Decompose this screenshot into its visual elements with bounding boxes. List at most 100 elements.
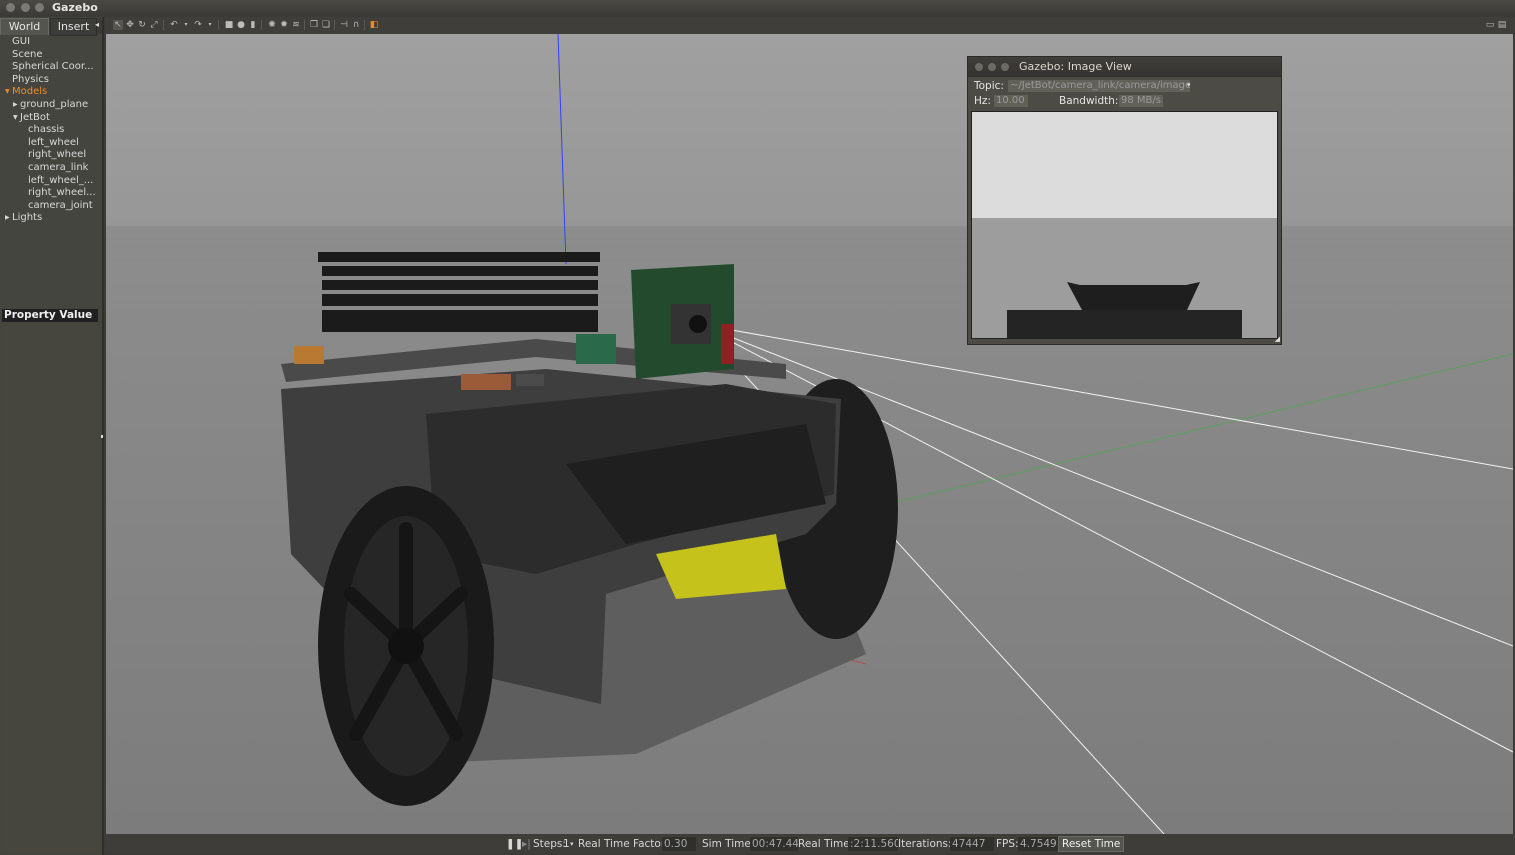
box-shape-icon[interactable]: ■ <box>224 20 234 30</box>
tree-item-label: camera_link <box>28 161 89 173</box>
rtf-label: Real Time Factor: <box>578 838 669 850</box>
sky <box>106 34 1513 226</box>
tree-item[interactable]: GUI <box>0 36 102 49</box>
world-tree: GUI Scene Spherical Coor... Physics ▼ Models ▶… <box>0 36 102 225</box>
pause-button[interactable]: ❚❚ <box>506 837 524 851</box>
paste-icon[interactable]: ❏ <box>321 20 331 30</box>
redo-icon[interactable]: ↷ <box>193 20 203 30</box>
tree-item-label: left_wheel <box>28 136 79 148</box>
property-panel <box>2 322 98 852</box>
topic-label: Topic: <box>974 80 1004 92</box>
tree-item[interactable]: ▶ Lights <box>0 212 102 225</box>
copy-icon[interactable]: ❐ <box>309 20 319 30</box>
tree-item[interactable]: camera_joint <box>0 200 102 213</box>
left-panel: World Insert ◂ GUI Scene Spherical Coor...… <box>0 17 104 855</box>
reset-time-button[interactable]: Reset Time <box>1058 836 1125 852</box>
scene-viewport[interactable] <box>106 34 1513 834</box>
tree-item-label: JetBot <box>20 111 50 123</box>
panel-resize-handle[interactable] <box>101 435 103 438</box>
expand-down-icon[interactable]: ▼ <box>13 112 18 125</box>
image-view-maximize-icon[interactable] <box>1001 63 1009 71</box>
change-view-icon[interactable]: ◧ <box>369 20 379 30</box>
sphere-shape-icon[interactable]: ● <box>236 20 246 30</box>
undo-menu-icon[interactable]: ▾ <box>181 20 191 30</box>
tab-insert[interactable]: Insert <box>50 18 97 36</box>
scene-render <box>106 34 1513 834</box>
status-bar: ❚❚ ▸| Steps: 1 ▾ Real Time Factor: 0.30 … <box>105 835 1515 853</box>
camera-image <box>971 111 1278 339</box>
hz-label: Hz: <box>974 95 991 107</box>
tree-item[interactable]: Physics <box>0 74 102 87</box>
tree-item-label: Models <box>12 86 48 98</box>
tree-item[interactable]: ▼ JetBot <box>0 112 102 125</box>
translate-mode-icon[interactable]: ✥ <box>125 20 135 30</box>
undo-icon[interactable]: ↶ <box>169 20 179 30</box>
real-time-value: :2:11.560 <box>848 837 898 851</box>
image-view-dialog: Gazebo: Image View Topic: ~/JetBot/camer… <box>967 56 1282 345</box>
directional-light-icon[interactable]: ≋ <box>291 20 301 30</box>
expand-right-icon[interactable]: ▶ <box>13 99 18 112</box>
fps-value: 4.7549 <box>1018 837 1058 851</box>
fps-label: FPS: <box>996 838 1019 850</box>
snap-icon[interactable]: ∩ <box>351 20 361 30</box>
expand-down-icon[interactable]: ▼ <box>5 86 10 99</box>
tree-item[interactable]: chassis <box>0 124 102 137</box>
close-window-icon[interactable] <box>6 3 15 12</box>
point-light-icon[interactable]: ✺ <box>267 20 277 30</box>
hz-value: 10.00 <box>994 95 1028 107</box>
spot-light-icon[interactable]: ✹ <box>279 20 289 30</box>
tree-item-label: right_wheel... <box>28 187 96 199</box>
image-view-minimize-icon[interactable] <box>988 63 996 71</box>
redo-menu-icon[interactable]: ▾ <box>205 20 215 30</box>
tree-item-label: ground_plane <box>20 98 89 110</box>
tree-item[interactable]: Scene <box>0 49 102 62</box>
step-icon[interactable]: ▸| <box>522 837 531 851</box>
expand-right-icon[interactable]: ▶ <box>5 212 10 225</box>
image-view-close-icon[interactable] <box>975 63 983 71</box>
window-titlebar: Gazebo <box>0 0 1515 16</box>
iterations-value: 47447 <box>950 837 994 851</box>
select-mode-icon[interactable]: ↖ <box>113 20 123 30</box>
image-view-titlebar[interactable]: Gazebo: Image View <box>968 57 1281 77</box>
tree-item-label: GUI <box>12 36 31 47</box>
topic-value: ~/JetBot/camera_link/camera/image <box>1010 80 1190 91</box>
tree-item[interactable]: ▶ ground_plane <box>0 99 102 112</box>
cylinder-shape-icon[interactable]: ▮ <box>248 20 258 30</box>
screenshot-icon[interactable]: ▭ <box>1485 20 1495 30</box>
rotate-mode-icon[interactable]: ↻ <box>137 20 147 30</box>
tree-item-label: right_wheel <box>28 149 87 161</box>
minimize-window-icon[interactable] <box>21 3 30 12</box>
scale-mode-icon[interactable]: ⤢ <box>149 20 159 30</box>
tree-item[interactable]: camera_link <box>0 162 102 175</box>
real-time-label: Real Time: <box>798 838 854 850</box>
tree-item[interactable]: left_wheel <box>0 137 102 150</box>
bandwidth-label: Bandwidth: <box>1059 95 1119 107</box>
tree-item-label: Physics <box>12 73 49 85</box>
tree-item[interactable]: right_wheel <box>0 149 102 162</box>
steps-value[interactable]: 1 <box>563 837 570 851</box>
resize-grip-icon[interactable]: ◢ <box>1275 335 1280 343</box>
tree-item-label: Lights <box>12 212 43 224</box>
maximize-window-icon[interactable] <box>35 3 44 12</box>
steps-dropdown-icon[interactable]: ▾ <box>570 837 574 851</box>
sim-time-label: Sim Time: <box>702 838 755 850</box>
bandwidth-value: 98 MB/s <box>1119 95 1163 107</box>
tree-item-label: chassis <box>28 124 65 136</box>
window-title: Gazebo <box>52 1 98 14</box>
tree-item[interactable]: Spherical Coor... <box>0 61 102 74</box>
align-icon[interactable]: ⊣ <box>339 20 349 30</box>
tree-item-label: left_wheel_... <box>28 174 94 186</box>
tree-item[interactable]: left_wheel_... <box>0 175 102 188</box>
property-header: Property Value <box>2 309 98 322</box>
rtf-value: 0.30 <box>662 837 696 851</box>
tree-item[interactable]: ▼ Models <box>0 86 102 99</box>
tree-item-label: Spherical Coor... <box>12 61 94 73</box>
tab-world[interactable]: World <box>0 18 49 35</box>
topic-dropdown-icon[interactable]: ▾ <box>1187 81 1191 89</box>
tab-overflow-arrow-icon[interactable]: ◂ <box>95 20 99 29</box>
steps-label: Steps: <box>533 838 566 850</box>
sim-time-value: 00:47.447 <box>750 837 798 851</box>
topic-select[interactable]: ~/JetBot/camera_link/camera/image <box>1008 80 1190 92</box>
record-log-icon[interactable]: ▤ <box>1497 20 1507 30</box>
tree-item[interactable]: right_wheel... <box>0 187 102 200</box>
